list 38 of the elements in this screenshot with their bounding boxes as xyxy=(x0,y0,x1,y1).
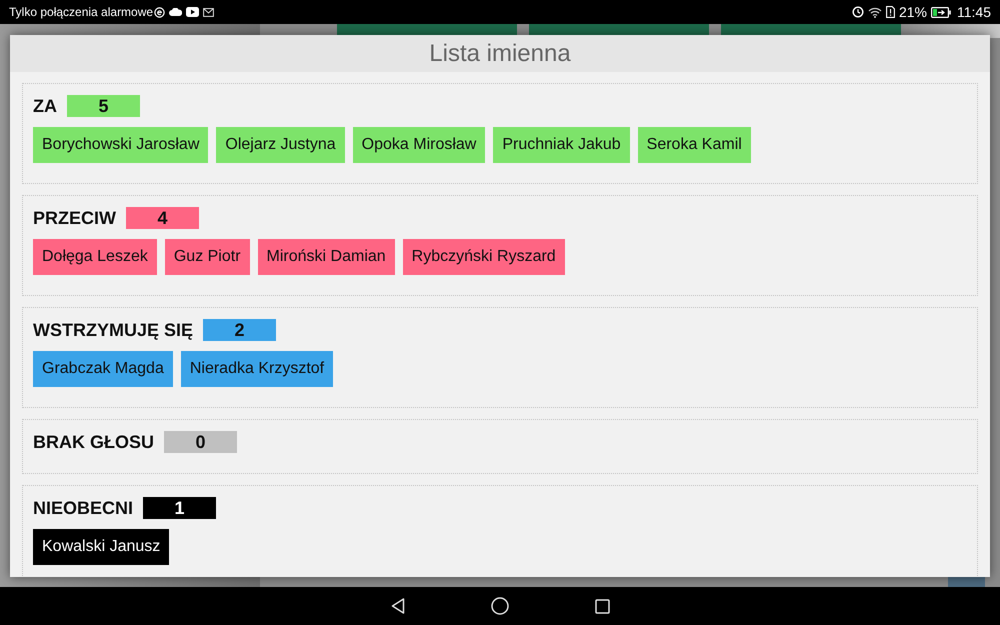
group-label: ZA xyxy=(33,95,57,117)
member-name-chip: Dołęga Leszek xyxy=(33,239,157,275)
member-name-chip: Guz Piotr xyxy=(164,239,250,275)
member-name-chip: Opoka Mirosław xyxy=(352,127,486,163)
alarm-clock-icon xyxy=(852,6,864,18)
home-icon[interactable] xyxy=(490,597,508,615)
member-name-chip: Rybczyński Ryszard xyxy=(402,239,565,275)
wifi-icon xyxy=(868,6,882,18)
group-label: PRZECIW xyxy=(33,207,116,229)
dialog-title: Lista imienna xyxy=(429,38,571,68)
member-name-chip: Grabczak Magda xyxy=(33,351,173,387)
status-text: Tylko połączenia alarmowe xyxy=(9,4,154,21)
group-label: BRAK GŁOSU xyxy=(33,431,154,453)
count-badge: 4 xyxy=(126,207,199,229)
member-name-chip: Nieradka Krzysztof xyxy=(180,351,334,387)
group-label: WSTRZYMUJĘ SIĘ xyxy=(33,319,194,341)
clock-time: 11:45 xyxy=(957,2,991,22)
member-name-chip: Miroński Damian xyxy=(258,239,395,275)
sim-card-alert-icon xyxy=(886,6,895,18)
battery-charging-icon xyxy=(931,6,951,18)
count-badge: 2 xyxy=(203,319,276,341)
member-name-chip: Kowalski Janusz xyxy=(33,529,170,565)
member-name-chip: Olejarz Justyna xyxy=(216,127,345,163)
member-name-chip: Seroka Kamil xyxy=(638,127,751,163)
back-icon[interactable] xyxy=(390,598,404,614)
dimmed-banner xyxy=(948,577,985,587)
member-name-chip: Borychowski Jarosław xyxy=(33,127,208,163)
cloud-icon xyxy=(169,8,182,16)
group-label: NIEOBECNI xyxy=(33,497,134,519)
count-badge: 1 xyxy=(143,497,216,519)
count-badge: 0 xyxy=(164,431,237,453)
envelope-icon xyxy=(203,8,214,16)
circled-e-icon xyxy=(154,6,166,18)
member-name-chip: Pruchniak Jakub xyxy=(493,127,630,163)
recents-icon[interactable] xyxy=(594,598,610,614)
count-badge: 5 xyxy=(67,95,140,117)
video-play-icon xyxy=(186,7,200,17)
battery-percent: 21% xyxy=(898,2,927,22)
